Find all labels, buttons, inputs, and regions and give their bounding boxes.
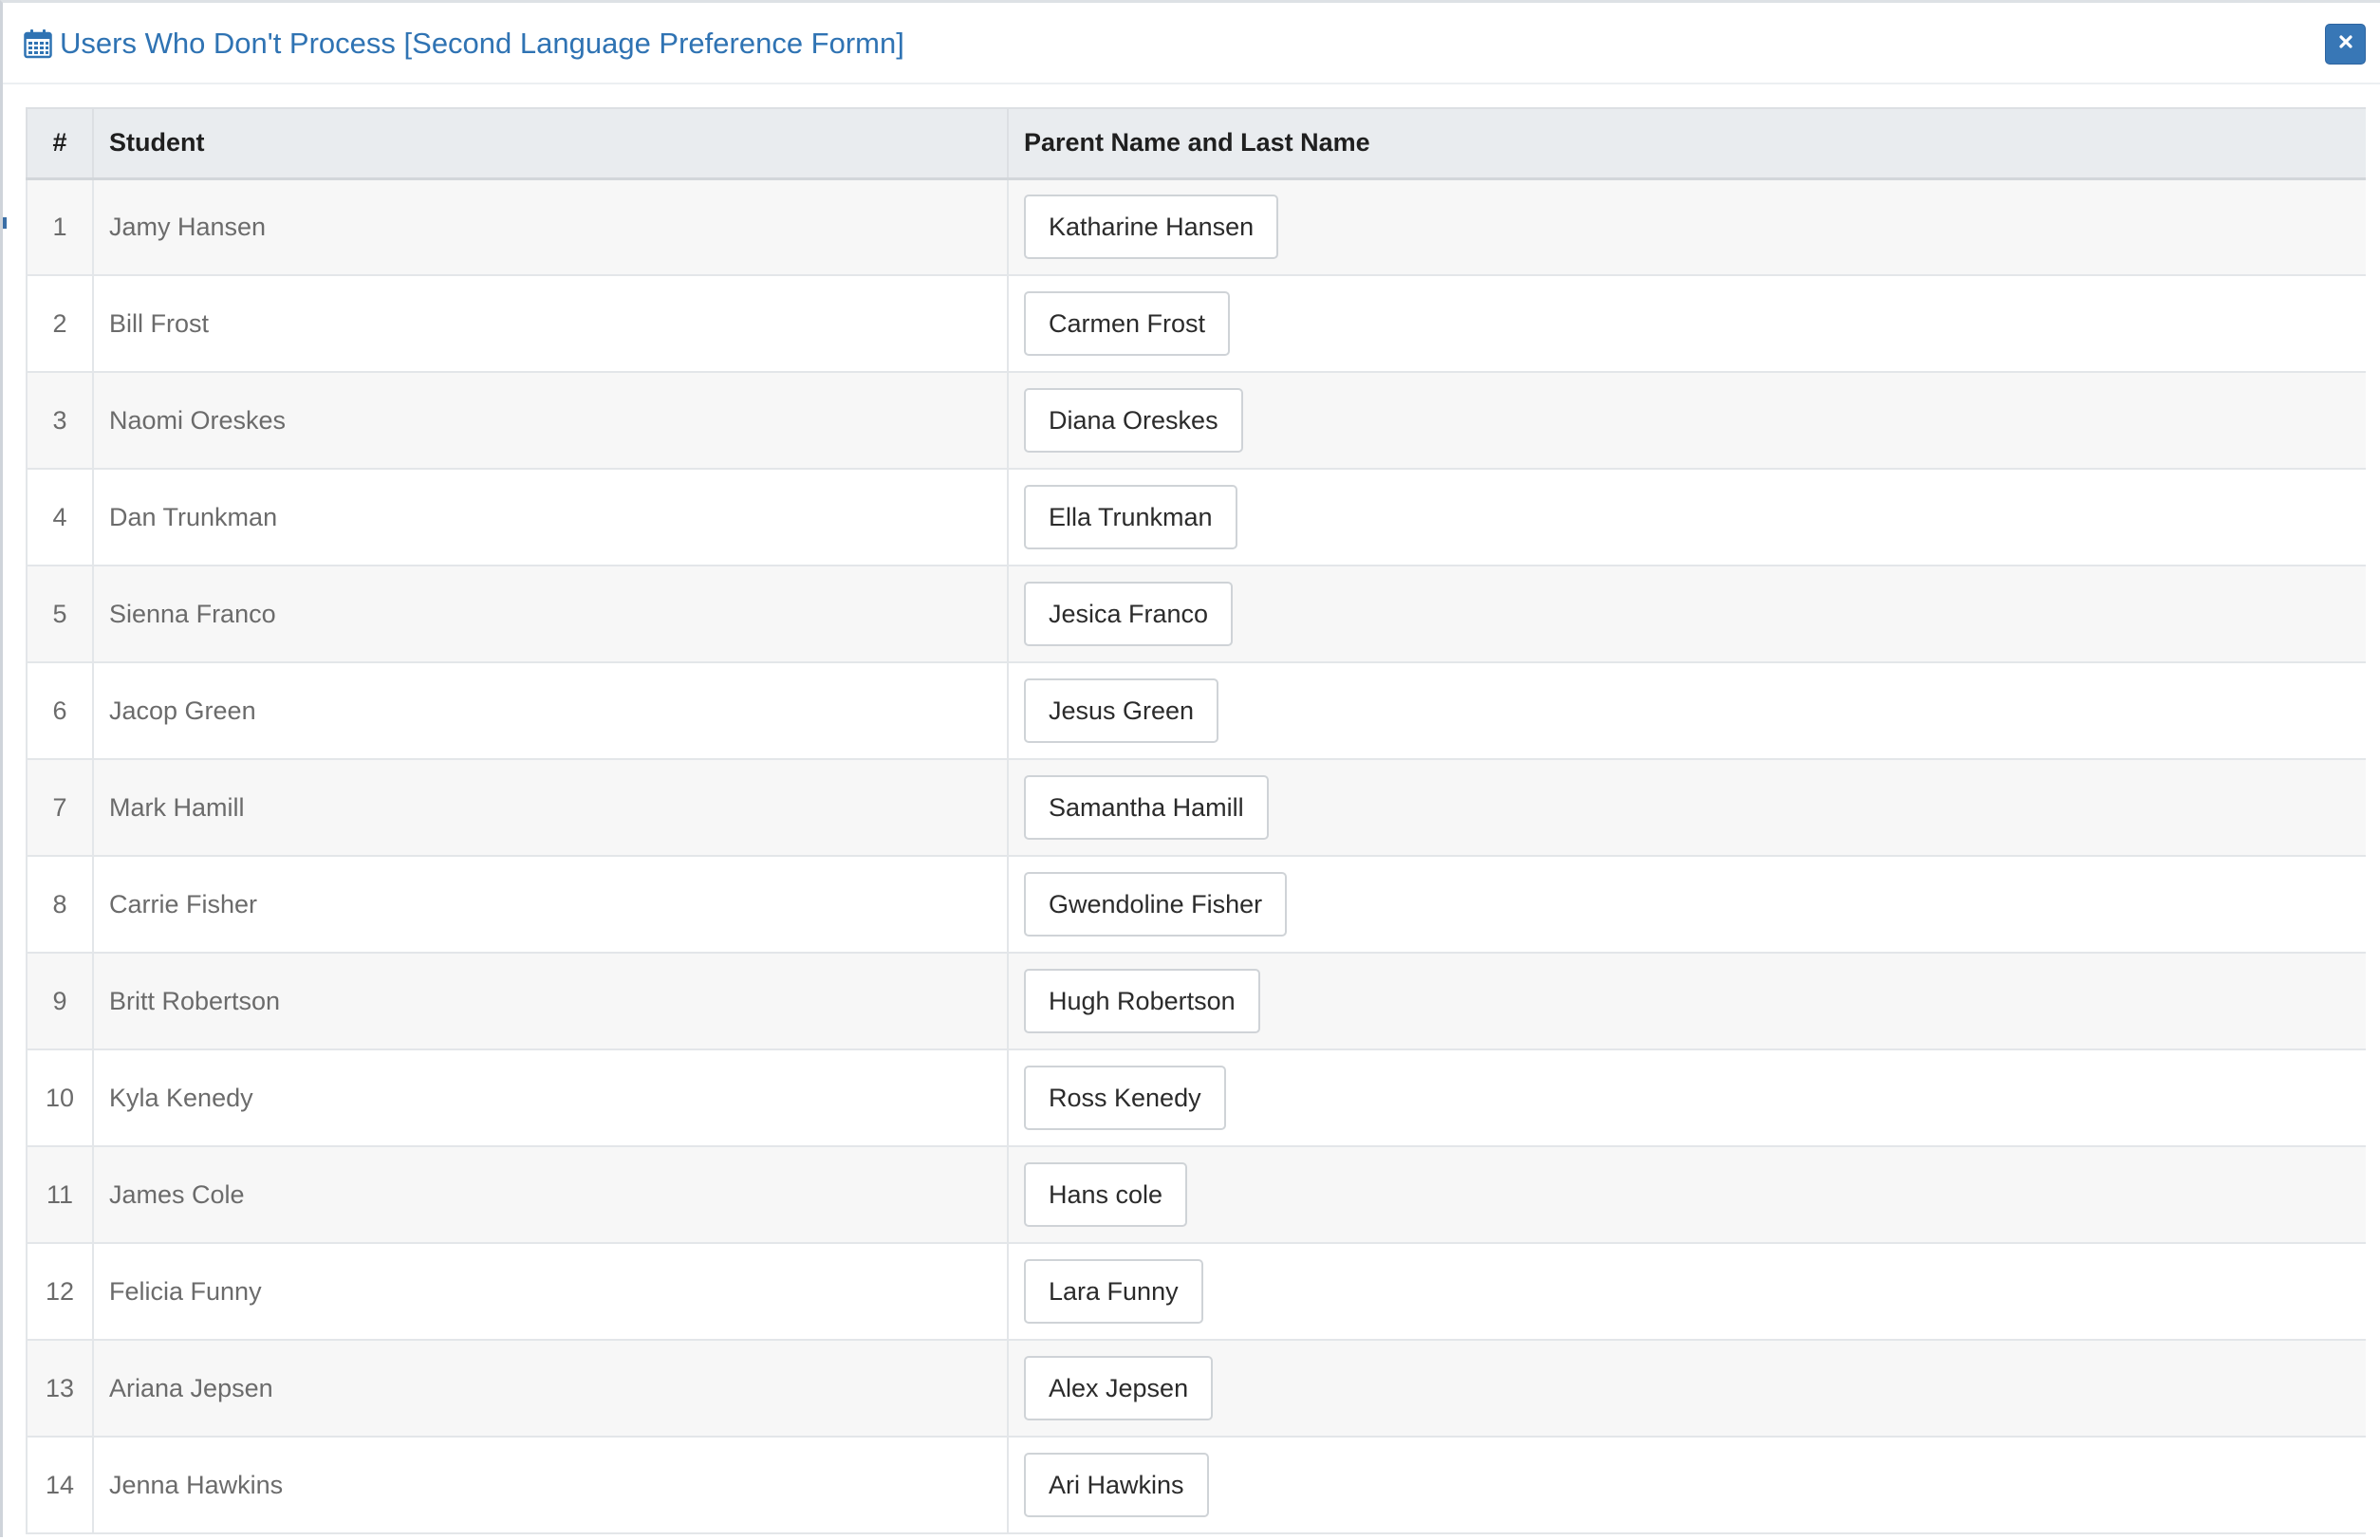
close-icon xyxy=(2338,34,2353,54)
scroll-indicator xyxy=(3,217,7,229)
column-header-student: Student xyxy=(92,107,1009,180)
modal-dialog: Users Who Don't Process [Second Language… xyxy=(0,0,2380,1537)
parent-name-button[interactable]: Hans cole xyxy=(1024,1162,1188,1227)
column-header-parent: Parent Name and Last Name xyxy=(1007,107,2366,180)
row-number: 3 xyxy=(26,371,94,470)
parent-name-button[interactable]: Katharine Hansen xyxy=(1024,195,1279,260)
row-number: 14 xyxy=(26,1436,94,1534)
parent-name-button[interactable]: Carmen Frost xyxy=(1024,291,1231,356)
row-number: 5 xyxy=(26,565,94,663)
student-name: Ariana Jepsen xyxy=(92,1339,1009,1438)
users-table: # Student Parent Name and Last Name 1 Jam… xyxy=(26,107,2366,1534)
parent-cell: Samantha Hamill xyxy=(1007,758,2366,857)
table-row: 2 Bill Frost Carmen Frost xyxy=(26,274,2366,373)
student-name: Jenna Hawkins xyxy=(92,1436,1009,1534)
parent-name-button[interactable]: Ross Kenedy xyxy=(1024,1066,1226,1130)
row-number: 13 xyxy=(26,1339,94,1438)
parent-name-button[interactable]: Lara Funny xyxy=(1024,1259,1203,1324)
row-number: 7 xyxy=(26,758,94,857)
table-row: 12 Felicia Funny Lara Funny xyxy=(26,1242,2366,1341)
parent-cell: Ross Kenedy xyxy=(1007,1048,2366,1147)
row-number: 2 xyxy=(26,274,94,373)
table-header-row: # Student Parent Name and Last Name xyxy=(26,107,2366,180)
calendar-icon xyxy=(24,28,52,59)
student-name: Jacop Green xyxy=(92,661,1009,760)
table-row: 4 Dan Trunkman Ella Trunkman xyxy=(26,468,2366,566)
modal-title-group: Users Who Don't Process [Second Language… xyxy=(24,24,904,64)
parent-cell: Alex Jepsen xyxy=(1007,1339,2366,1438)
parent-name-button[interactable]: Diana Oreskes xyxy=(1024,388,1243,453)
table-row: 13 Ariana Jepsen Alex Jepsen xyxy=(26,1339,2366,1438)
parent-cell: Carmen Frost xyxy=(1007,274,2366,373)
column-header-number: # xyxy=(26,107,94,180)
parent-name-button[interactable]: Gwendoline Fisher xyxy=(1024,872,1288,937)
users-table-container: # Student Parent Name and Last Name 1 Jam… xyxy=(26,107,2366,1540)
row-number: 11 xyxy=(26,1145,94,1244)
table-body: 1 Jamy Hansen Katharine Hansen 2 Bill Frost C… xyxy=(26,177,2366,1534)
parent-name-button[interactable]: Jesica Franco xyxy=(1024,582,1234,646)
close-button[interactable] xyxy=(2325,24,2366,65)
parent-cell: Katharine Hansen xyxy=(1007,177,2366,276)
parent-cell: Diana Oreskes xyxy=(1007,371,2366,470)
parent-name-button[interactable]: Ari Hawkins xyxy=(1024,1453,1209,1517)
row-number: 8 xyxy=(26,855,94,954)
parent-name-button[interactable]: Alex Jepsen xyxy=(1024,1356,1214,1420)
table-row: 9 Britt Robertson Hugh Robertson xyxy=(26,952,2366,1050)
row-number: 9 xyxy=(26,952,94,1050)
row-number: 12 xyxy=(26,1242,94,1341)
table-row: 8 Carrie Fisher Gwendoline Fisher xyxy=(26,855,2366,954)
student-name: Britt Robertson xyxy=(92,952,1009,1050)
table-row: 7 Mark Hamill Samantha Hamill xyxy=(26,758,2366,857)
parent-name-button[interactable]: Ella Trunkman xyxy=(1024,485,1237,549)
parent-name-button[interactable]: Hugh Robertson xyxy=(1024,969,1260,1033)
row-number: 4 xyxy=(26,468,94,566)
parent-name-button[interactable]: Samantha Hamill xyxy=(1024,775,1269,840)
row-number: 1 xyxy=(26,177,94,276)
student-name: Carrie Fisher xyxy=(92,855,1009,954)
student-name: Kyla Kenedy xyxy=(92,1048,1009,1147)
student-name: Felicia Funny xyxy=(92,1242,1009,1341)
table-row: 1 Jamy Hansen Katharine Hansen xyxy=(26,177,2366,276)
parent-cell: Lara Funny xyxy=(1007,1242,2366,1341)
parent-cell: Jesica Franco xyxy=(1007,565,2366,663)
table-row: 11 James Cole Hans cole xyxy=(26,1145,2366,1244)
student-name: Mark Hamill xyxy=(92,758,1009,857)
student-name: Naomi Oreskes xyxy=(92,371,1009,470)
parent-cell: Ella Trunkman xyxy=(1007,468,2366,566)
student-name: Bill Frost xyxy=(92,274,1009,373)
table-row: 14 Jenna Hawkins Ari Hawkins xyxy=(26,1436,2366,1534)
row-number: 10 xyxy=(26,1048,94,1147)
student-name: James Cole xyxy=(92,1145,1009,1244)
student-name: Sienna Franco xyxy=(92,565,1009,663)
parent-cell: Gwendoline Fisher xyxy=(1007,855,2366,954)
parent-cell: Ari Hawkins xyxy=(1007,1436,2366,1534)
table-row: 6 Jacop Green Jesus Green xyxy=(26,661,2366,760)
row-number: 6 xyxy=(26,661,94,760)
table-row: 5 Sienna Franco Jesica Franco xyxy=(26,565,2366,663)
parent-cell: Hans cole xyxy=(1007,1145,2366,1244)
parent-cell: Hugh Robertson xyxy=(1007,952,2366,1050)
parent-cell: Jesus Green xyxy=(1007,661,2366,760)
modal-header: Users Who Don't Process [Second Language… xyxy=(3,3,2380,84)
student-name: Dan Trunkman xyxy=(92,468,1009,566)
modal-title: Users Who Don't Process [Second Language… xyxy=(60,27,904,60)
table-row: 3 Naomi Oreskes Diana Oreskes xyxy=(26,371,2366,470)
student-name: Jamy Hansen xyxy=(92,177,1009,276)
table-row: 10 Kyla Kenedy Ross Kenedy xyxy=(26,1048,2366,1147)
parent-name-button[interactable]: Jesus Green xyxy=(1024,678,1219,743)
